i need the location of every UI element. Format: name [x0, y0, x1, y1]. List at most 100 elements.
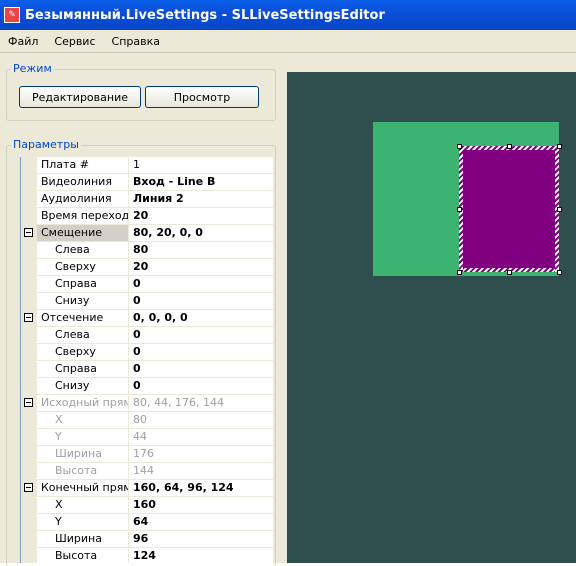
property-name: Высота: [37, 463, 129, 479]
property-name: Отсечение: [37, 310, 129, 326]
property-value[interactable]: 80: [129, 242, 273, 258]
property-row[interactable]: Справа 0: [21, 276, 273, 293]
row-gutter: [21, 174, 37, 191]
resize-handle[interactable]: [556, 143, 562, 149]
collapse-icon[interactable]: [24, 483, 33, 492]
property-value[interactable]: 160, 64, 96, 124: [129, 480, 273, 496]
row-gutter: [21, 225, 37, 242]
property-value[interactable]: 0: [129, 344, 273, 360]
property-value[interactable]: 80, 20, 0, 0: [129, 225, 273, 241]
property-value[interactable]: 96: [129, 531, 273, 547]
property-row[interactable]: Смещение 80, 20, 0, 0: [21, 225, 273, 242]
row-gutter: [21, 429, 37, 446]
resize-handle[interactable]: [456, 269, 462, 275]
property-row[interactable]: Отсечение 0, 0, 0, 0: [21, 310, 273, 327]
title-bar: ✎ Безымянный.LiveSettings - SLLiveSettin…: [0, 0, 576, 30]
property-value[interactable]: 20: [129, 208, 273, 224]
resize-handle[interactable]: [556, 269, 562, 275]
property-row[interactable]: Y 64: [21, 514, 273, 531]
view-mode-button[interactable]: Просмотр: [145, 86, 259, 108]
collapse-icon[interactable]: [24, 398, 33, 407]
property-row[interactable]: Слева 80: [21, 242, 273, 259]
property-row[interactable]: Высота 144: [21, 463, 273, 480]
mode-group-label: Режим: [11, 62, 54, 75]
row-gutter: [21, 395, 37, 412]
property-value[interactable]: 0: [129, 276, 273, 292]
property-row[interactable]: Видеолиния Вход - Line B: [21, 174, 273, 191]
property-row[interactable]: Снизу 0: [21, 293, 273, 310]
property-row[interactable]: Высота 124: [21, 548, 273, 563]
property-row[interactable]: Снизу 0: [21, 378, 273, 395]
menu-file[interactable]: Файл: [0, 35, 46, 48]
edit-mode-button[interactable]: Редактирование: [19, 86, 141, 108]
property-value[interactable]: 0: [129, 327, 273, 343]
resize-handle[interactable]: [456, 143, 462, 149]
property-name: Исходный прямоугольник: [37, 395, 129, 411]
property-value[interactable]: 64: [129, 514, 273, 530]
property-value[interactable]: 160: [129, 497, 273, 513]
target-rectangle[interactable]: [456, 143, 562, 275]
preview-canvas[interactable]: [287, 72, 576, 563]
collapse-icon[interactable]: [24, 313, 33, 322]
property-row[interactable]: Сверху 0: [21, 344, 273, 361]
resize-handle[interactable]: [456, 206, 462, 212]
property-name: Ширина: [37, 446, 129, 462]
property-row[interactable]: Ширина 96: [21, 531, 273, 548]
resize-handle[interactable]: [506, 269, 512, 275]
row-gutter: [21, 497, 37, 514]
row-gutter: [21, 276, 37, 293]
property-grid[interactable]: Плата #1 Видеолиния Вход - Line B Аудиолини…: [20, 157, 273, 563]
property-value[interactable]: 144: [129, 463, 273, 479]
property-row[interactable]: Справа 0: [21, 361, 273, 378]
menu-help[interactable]: Справка: [104, 35, 168, 48]
property-row[interactable]: Время перехода 20: [21, 208, 273, 225]
property-value[interactable]: 0: [129, 293, 273, 309]
menu-service[interactable]: Сервис: [46, 35, 103, 48]
property-name: Конечный прямоугольник: [37, 480, 129, 496]
property-value[interactable]: 1: [129, 157, 273, 173]
row-gutter: [21, 412, 37, 429]
property-value[interactable]: 80, 44, 176, 144: [129, 395, 273, 411]
property-value[interactable]: 0: [129, 361, 273, 377]
property-name: Смещение: [37, 225, 129, 241]
property-row[interactable]: Конечный прямоугольник160, 64, 96, 124: [21, 480, 273, 497]
property-value[interactable]: Линия 2: [129, 191, 273, 207]
property-row[interactable]: Y 44: [21, 429, 273, 446]
property-row[interactable]: Сверху 20: [21, 259, 273, 276]
property-row[interactable]: Исходный прямоугольник80, 44, 176, 144: [21, 395, 273, 412]
property-value[interactable]: 0: [129, 378, 273, 394]
property-value[interactable]: 124: [129, 548, 273, 563]
property-value[interactable]: 20: [129, 259, 273, 275]
collapse-icon[interactable]: [24, 228, 33, 237]
property-value[interactable]: 176: [129, 446, 273, 462]
property-name: Справа: [37, 276, 129, 292]
property-row[interactable]: Аудиолиния Линия 2: [21, 191, 273, 208]
property-value[interactable]: 80: [129, 412, 273, 428]
row-gutter: [21, 344, 37, 361]
row-gutter: [21, 259, 37, 276]
property-name: Снизу: [37, 378, 129, 394]
property-row[interactable]: Плата #1: [21, 157, 273, 174]
row-gutter: [21, 310, 37, 327]
property-row[interactable]: X 80: [21, 412, 273, 429]
row-gutter: [21, 463, 37, 480]
resize-handle[interactable]: [506, 143, 512, 149]
property-value[interactable]: Вход - Line B: [129, 174, 273, 190]
property-name: Y: [37, 514, 129, 530]
property-name: Сверху: [37, 259, 129, 275]
property-value[interactable]: 44: [129, 429, 273, 445]
property-row[interactable]: Слева 0: [21, 327, 273, 344]
property-value[interactable]: 0, 0, 0, 0: [129, 310, 273, 326]
resize-handle[interactable]: [556, 206, 562, 212]
window-title: Безымянный.LiveSettings - SLLiveSettings…: [25, 7, 385, 23]
property-row[interactable]: Ширина 176: [21, 446, 273, 463]
property-name: Ширина: [37, 531, 129, 547]
property-name: Видеолиния: [37, 174, 129, 190]
row-gutter: [21, 378, 37, 395]
property-name: Аудиолиния: [37, 191, 129, 207]
row-gutter: [21, 208, 37, 225]
property-name: Сверху: [37, 344, 129, 360]
property-name: X: [37, 412, 129, 428]
property-row[interactable]: X 160: [21, 497, 273, 514]
property-name: Слева: [37, 327, 129, 343]
